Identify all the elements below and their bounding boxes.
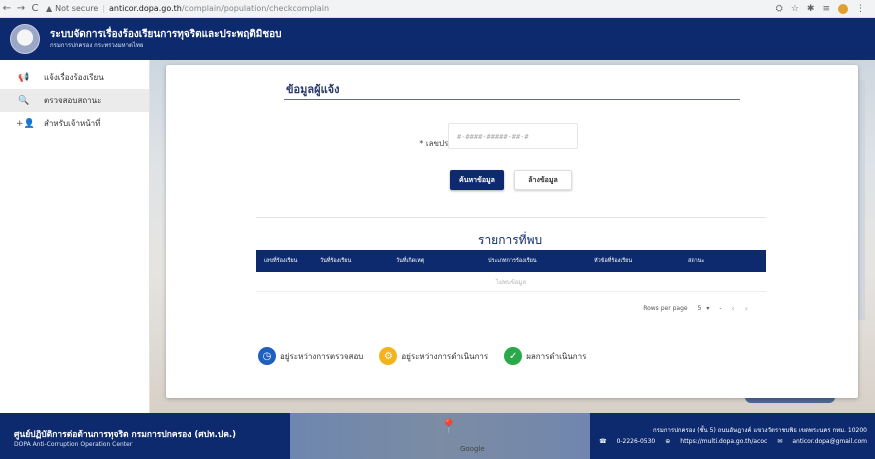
prev-page-icon[interactable]: ‹ [732,304,735,313]
sidebar-item-label: แจ้งเรื่องร้องเรียน [44,73,104,82]
footer-website[interactable]: https://multi.dopa.go.th/acoc [680,436,767,447]
url-path: /complain/population/checkcomplain [181,4,330,13]
url-domain: anticor.dopa.go.th [109,4,182,13]
results-table: เลขที่ร้องเรียน วันที่ร้องเรียน วันที่เก… [256,250,766,324]
sidebar-item-staff[interactable]: +👤 สำหรับเจ้าหน้าที่ [0,112,149,135]
results-title: รายการที่พบ [478,233,543,247]
sidebar-item-label: สำหรับเจ้าหน้าที่ [44,119,101,128]
footer-email[interactable]: anticor.dopa@gmail.com [792,436,867,447]
page-range: - [719,304,722,312]
legend-item-checking: ◷ อยู่ระหว่างการตรวจสอบ [258,347,363,365]
rows-per-page-label: Rows per page [643,304,688,312]
rows-per-page-value: 5 [697,304,702,312]
not-secure-label: Not secure [55,4,99,13]
rows-per-page-select[interactable]: 5 ▾ [698,305,710,312]
add-user-icon: +👤 [16,118,35,129]
section-underline [284,99,740,100]
sidebar: 📢 แจ้งเรื่องร้องเรียน 🔍 ตรวจสอบสถานะ +👤 … [0,60,150,413]
footer-title: ศูนย์ปฏิบัติการต่อต้านการทุจริต กรมการปก… [14,430,237,440]
footer-subtitle: DOPA Anti-Corruption Operation Center [14,441,133,448]
megaphone-icon: 📢 [18,72,30,83]
menu-icon[interactable]: ⋮ [856,4,865,14]
sidebar-item-label: ตรวจสอบสถานะ [44,96,102,105]
reload-icon[interactable]: C [28,3,42,14]
gear-icon: ⚙ [379,347,398,365]
legend-item-result: ✓ ผลการดำเนินการ [504,347,586,365]
id-number-input[interactable]: #-####-#####-##-# [448,123,578,149]
status-legend: ◷ อยู่ระหว่างการตรวจสอบ ⚙ อยู่ระหว่างการ… [258,347,602,365]
clock-icon: ◷ [258,347,276,365]
divider [256,217,766,218]
globe-icon: ⊕ [665,438,671,445]
column-header[interactable]: ประเภทการร้องเรียน [470,257,576,265]
legend-label: ผลการดำเนินการ [526,351,587,361]
section-title: ข้อมูลผู้แจ้ง [286,83,340,96]
check-status-card: ข้อมูลผู้แจ้ง * เลขประจำตัวประชาชน #-###… [166,65,858,398]
extensions-icon[interactable]: ✱ [807,4,815,14]
column-header[interactable]: สถานะ [676,257,736,265]
bookmark-star-icon[interactable]: ☆ [791,4,799,14]
footer-contact: กรมการปกครอง (ชั้น 5) ถนนอัษฎางค์ แขวงวั… [599,425,867,447]
browser-toolbar: ← → C ▲ Not secure | anticor.dopa.go.th /… [0,0,875,18]
chevron-down-icon: ▾ [706,304,710,312]
translate-icon[interactable]: ⛭ [776,4,783,14]
warning-icon: ▲ [46,4,53,13]
search-button[interactable]: ค้นหาข้อมูล [450,170,504,190]
legend-label: อยู่ระหว่างการตรวจสอบ [280,351,364,361]
browser-actions: ⛭ ☆ ✱ ≡ ⋮ [776,3,865,14]
clear-button[interactable]: ล้างข้อมูล [514,170,572,190]
column-header[interactable]: เลขที่ร้องเรียน [256,257,320,265]
dopa-logo [10,24,40,54]
footer-address: กรมการปกครอง (ชั้น 5) ถนนอัษฎางค์ แขวงวั… [653,427,867,434]
app-header: ระบบจัดการเรื่องร้องเรียนการทุจริตและประ… [0,18,875,60]
app-subtitle: กรมการปกครอง กระทรวงมหาดไทย [50,42,144,49]
app-title: ระบบจัดการเรื่องร้องเรียนการทุจริตและประ… [50,29,282,40]
legend-item-in-progress: ⚙ อยู่ระหว่างการดำเนินการ [379,347,488,365]
check-icon: ✓ [504,347,523,365]
sidebar-item-report-complaint[interactable]: 📢 แจ้งเรื่องร้องเรียน [0,66,149,89]
map-pin-icon: 📍 [440,419,458,435]
profile-avatar[interactable] [838,3,848,14]
address-bar[interactable]: ▲ Not secure | anticor.dopa.go.th/compla… [46,2,776,16]
back-icon[interactable]: ← [0,3,14,14]
legend-label: อยู่ระหว่างการดำเนินการ [401,351,489,361]
address-separator: | [102,4,106,13]
phone-icon: ☎ [599,438,607,445]
search-document-icon: 🔍 [18,95,30,106]
column-header[interactable]: วันที่ร้องเรียน [320,257,386,265]
google-logo: Google [460,445,485,453]
mail-icon: ✉ [777,438,783,445]
forward-icon[interactable]: → [14,3,28,14]
column-header[interactable]: หัวข้อที่ร้องเรียน [576,257,676,265]
table-pagination: Rows per page 5 ▾ - ‹ › [256,292,766,324]
table-header: เลขที่ร้องเรียน วันที่ร้องเรียน วันที่เก… [256,250,766,272]
footer: 📍 Google ศูนย์ปฏิบัติการต่อต้านการทุจริต… [0,413,875,459]
empty-row: ไม่พบข้อมูล [256,272,766,292]
column-header[interactable]: วันที่เกิดเหตุ [386,257,470,265]
next-page-icon[interactable]: › [745,304,748,313]
tab-search-icon[interactable]: ≡ [822,4,830,14]
footer-phone[interactable]: 0-2226-0530 [617,436,656,447]
sidebar-item-check-status[interactable]: 🔍 ตรวจสอบสถานะ [0,89,149,112]
